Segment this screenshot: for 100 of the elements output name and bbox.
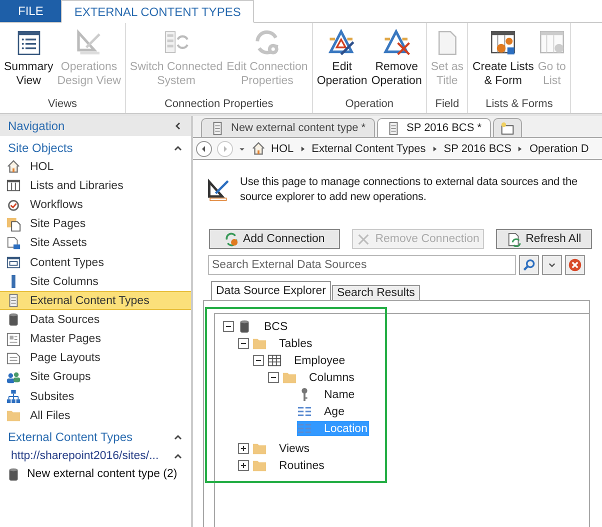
triangle-cross-icon (382, 29, 411, 57)
expand-button[interactable] (238, 460, 249, 471)
master-page-icon (6, 332, 21, 347)
image-document-icon (6, 236, 21, 251)
section-header[interactable]: External Content Types (8, 430, 133, 444)
new-tab-button[interactable] (492, 118, 522, 137)
tree-node[interactable]: BCS (237, 319, 290, 334)
separator-arrow-icon (430, 144, 439, 152)
folder-icon (252, 458, 267, 473)
tree-node[interactable]: Age (297, 404, 346, 419)
action-button[interactable]: Add Connection (209, 229, 340, 249)
nav-item[interactable]: Content Types (0, 252, 191, 272)
close-icon (568, 258, 582, 272)
nav-item[interactable]: Master Pages (0, 330, 191, 349)
ribbon-tab[interactable]: EXTERNAL CONTENT TYPES (61, 0, 254, 23)
nav-item[interactable]: Subsites (0, 387, 191, 406)
document-refresh-icon (506, 232, 522, 246)
expand-button[interactable] (238, 443, 249, 454)
breadcrumb-link[interactable]: HOL (271, 142, 294, 154)
breadcrumb-link[interactable]: SP 2016 BCS (444, 142, 512, 154)
new-window-icon (500, 120, 515, 136)
table-gear-icon (489, 29, 518, 57)
sitemap-icon (6, 389, 21, 404)
triangle-pencil-icon (328, 29, 356, 57)
people-icon (6, 370, 21, 385)
ribbon-button[interactable]: Remove Operation (369, 23, 424, 98)
description-text: Use this page to manage connections to external data sources and the source explorer to add new operations. (240, 175, 578, 205)
workflow-icon (6, 197, 21, 212)
site-url[interactable]: http://sharepoint2016/sites/... (11, 450, 159, 462)
table-icon (6, 178, 21, 194)
nav-item[interactable]: Site Assets (0, 234, 191, 253)
nav-item[interactable]: All Files (0, 406, 191, 426)
page-layout-icon (6, 350, 21, 366)
tree-node[interactable]: Views (252, 441, 312, 456)
collapse-icon[interactable] (173, 432, 183, 442)
group-label: Field (435, 98, 460, 112)
tree-node[interactable]: Name (297, 387, 357, 402)
pages-icon (6, 216, 21, 232)
house-icon[interactable] (251, 141, 266, 156)
plus-icon (239, 444, 248, 453)
clear-button[interactable] (565, 255, 585, 275)
search-field[interactable]: Search External Data Sources (208, 255, 516, 275)
ribbon-button[interactable]: Create Lists & Form (470, 23, 536, 98)
group-label: Views (48, 98, 78, 112)
refresh-gear-icon (253, 29, 282, 57)
collapse-button[interactable] (238, 338, 249, 349)
collapse-button[interactable] (268, 372, 279, 383)
house-icon (6, 159, 21, 174)
search-icon (522, 258, 536, 272)
tab[interactable]: Data Source Explorer (211, 281, 331, 300)
tree-node[interactable]: Employee (267, 353, 348, 368)
nav-item[interactable]: Data Sources (0, 310, 191, 330)
folder-icon (252, 441, 267, 456)
group-label: Lists & Forms (486, 98, 553, 112)
group-label: Connection Properties (164, 98, 274, 112)
nav-item[interactable]: Site Columns (0, 272, 191, 292)
breadcrumb-link[interactable]: Operation D (529, 142, 589, 154)
tree-node[interactable]: Routines (252, 458, 326, 473)
folder-icon (282, 370, 297, 385)
nav-item[interactable]: Workflows (0, 195, 191, 215)
nav-item[interactable]: New external content type (2) (0, 464, 191, 484)
pane-title: Navigation (8, 119, 65, 133)
separator-arrow-icon (516, 144, 524, 152)
back-button[interactable] (196, 140, 212, 156)
nav-item[interactable]: Page Layouts (0, 348, 191, 368)
folder-icon (6, 408, 21, 424)
nav-item[interactable]: Site Pages (0, 214, 191, 234)
collapse-icon[interactable] (173, 451, 183, 462)
action-button[interactable]: Refresh All (496, 229, 592, 249)
collapse-icon[interactable] (173, 143, 183, 153)
breadcrumb-link[interactable]: External Content Types (312, 142, 426, 154)
plus-icon (239, 461, 248, 470)
table-icon (267, 353, 282, 368)
document-tab[interactable]: SP 2016 BCS * (376, 118, 491, 137)
group-label: Operation (345, 98, 394, 112)
section-header[interactable]: Site Objects (8, 141, 73, 155)
tree-node[interactable]: Tables (252, 336, 314, 351)
nav-item[interactable]: External Content Types (0, 291, 191, 310)
collapse-button[interactable] (223, 321, 234, 332)
collapse-pane-icon[interactable] (173, 121, 183, 131)
collapse-button[interactable] (253, 355, 264, 366)
tree-node[interactable]: Columns (282, 370, 356, 385)
nav-item[interactable]: Lists and Libraries (0, 176, 191, 196)
file-tab[interactable]: FILE (0, 0, 62, 22)
window-icon (6, 255, 21, 270)
document-tab[interactable]: New external content type * (201, 118, 375, 137)
ribbon-button[interactable]: Edit Operation (314, 23, 370, 98)
column-icon (297, 404, 312, 419)
cross-icon (356, 232, 372, 246)
folder-icon (252, 336, 267, 351)
ribbon-button[interactable]: Summary View (2, 23, 56, 98)
column-icon (297, 421, 312, 436)
nav-item[interactable]: Site Groups (0, 368, 191, 388)
separator-arrow-icon (298, 144, 307, 152)
dropdown-button[interactable] (542, 255, 562, 275)
tab[interactable]: Search Results (332, 285, 420, 300)
ruler-pencil-icon (75, 29, 104, 57)
nav-item[interactable]: HOL (0, 157, 191, 176)
search-button[interactable] (519, 255, 539, 275)
refresh-gear-icon (224, 232, 239, 246)
